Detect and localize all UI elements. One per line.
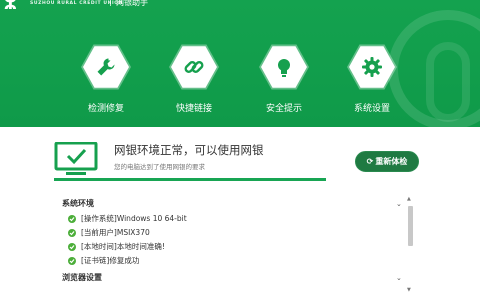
results-list: 系统环境 ⌄ [操作系统]Windows 10 64-bit [当前用户]MSI… (54, 192, 420, 300)
monitor-check-icon (54, 141, 98, 176)
scrollbar-thumb[interactable] (408, 206, 413, 246)
tool-settings-label: 系统设置 (353, 104, 390, 114)
hex-frame (347, 44, 397, 90)
tool-security-tips-label: 安全提示 (265, 104, 302, 114)
scroll-up-icon[interactable]: ▲ (407, 196, 411, 202)
collapse-chevron-icon[interactable]: ⌄ (396, 274, 402, 282)
tool-links-label: 快捷链接 (175, 104, 212, 114)
list-item-text: [当前用户]MSIX370 (81, 228, 150, 237)
check-icon (68, 256, 76, 265)
collapse-chevron-icon[interactable]: ⌄ (396, 200, 402, 208)
check-icon (68, 214, 76, 223)
status-title: 网银环境正常，可以使用网银 (114, 143, 264, 157)
tool-security-tips[interactable]: 安全提示 (254, 42, 314, 114)
watermark-shape (426, 42, 470, 122)
logo-divider (110, 0, 111, 6)
scan-progress-bar (54, 178, 326, 181)
recheck-label: 重新体检 (375, 157, 408, 166)
bank-logo-icon: ⵣ (4, 0, 17, 13)
recheck-button[interactable]: ⟳ 重新体检 (355, 151, 419, 172)
check-icon (68, 242, 76, 251)
hex-frame (81, 44, 131, 90)
scroll-down-icon[interactable]: ▼ (407, 287, 411, 293)
check-icon (68, 228, 76, 237)
lightbulb-icon (261, 46, 307, 88)
scan-progress-fill (54, 178, 326, 181)
gear-icon (349, 46, 395, 88)
list-item: [本地时间]本地时间准确! (68, 241, 165, 252)
list-item-text: [操作系统]Windows 10 64-bit (81, 214, 187, 223)
list-item: [操作系统]Windows 10 64-bit (68, 213, 187, 224)
tool-repair[interactable]: 检测修复 (76, 42, 136, 114)
section-title-browser: 浏览器设置 (62, 273, 102, 282)
list-item: [证书链]修复成功 (68, 255, 139, 266)
list-item: [当前用户]MSIX370 (68, 227, 150, 238)
tool-settings[interactable]: 系统设置 (342, 42, 402, 114)
status-subtitle: 您的电脑达到了使用网银的要求 (114, 163, 205, 171)
link-icon (171, 46, 217, 88)
tool-repair-label: 检测修复 (87, 104, 124, 114)
section-title-system: 系统环境 (62, 199, 94, 208)
list-item-text: [本地时间]本地时间准确! (81, 242, 165, 251)
header-banner: ⵣ SUZHOU RURAL CREDIT UNION 网银助手 检测修复 快捷… (0, 0, 480, 127)
list-item-text: [证书链]修复成功 (81, 256, 140, 265)
wrench-icon (83, 46, 129, 88)
tool-links[interactable]: 快捷链接 (164, 42, 224, 114)
hex-frame (259, 44, 309, 90)
hex-frame (169, 44, 219, 90)
app-subtitle: 网银助手 (116, 0, 148, 7)
refresh-icon: ⟳ (366, 157, 374, 166)
